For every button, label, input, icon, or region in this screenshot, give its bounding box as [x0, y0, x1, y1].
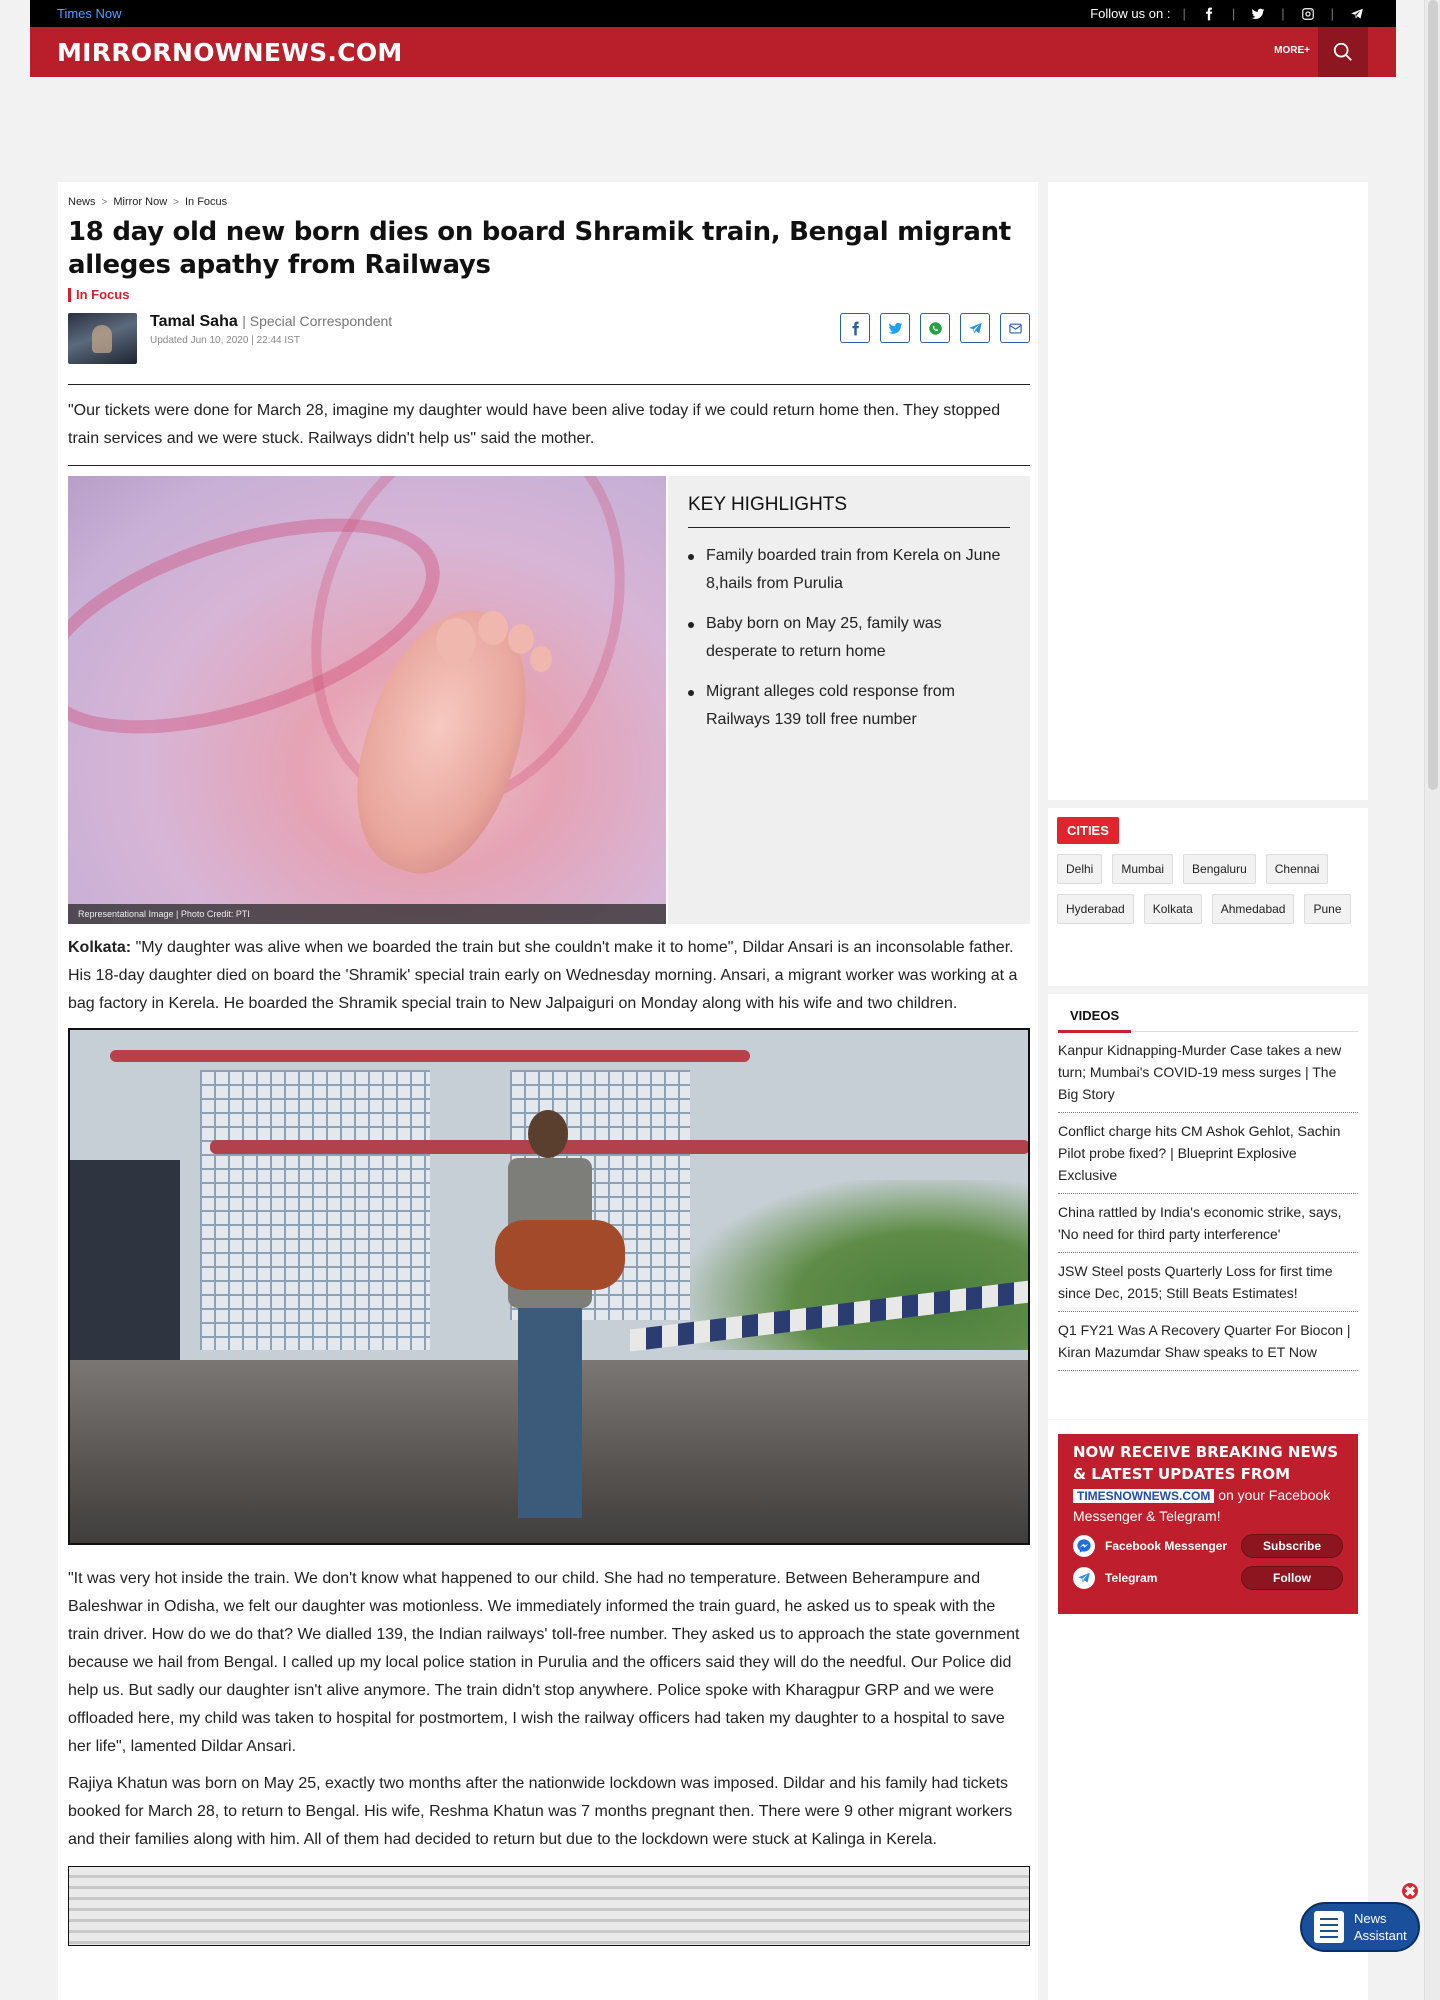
- share-facebook-button[interactable]: [840, 313, 870, 343]
- newspaper-icon: [1314, 1911, 1344, 1943]
- subscribe-button[interactable]: Subscribe: [1241, 1534, 1343, 1558]
- share-twitter-button[interactable]: [880, 313, 910, 343]
- breadcrumb: News > Mirror Now > In Focus: [68, 196, 228, 208]
- share-bar: [840, 313, 1030, 343]
- follow-button[interactable]: Follow: [1241, 1566, 1343, 1590]
- hero-image[interactable]: Representational Image | Photo Credit: P…: [68, 476, 666, 924]
- telegram-label: Telegram: [1105, 1571, 1158, 1585]
- facebook-icon: [851, 321, 859, 335]
- breadcrumb-mirror-now[interactable]: Mirror Now: [113, 196, 167, 208]
- video-link[interactable]: Conflict charge hits CM Ashok Gehlot, Sa…: [1058, 1113, 1358, 1194]
- article-paragraph: Rajiya Khatun was born on May 25, exactl…: [68, 1775, 1013, 1848]
- promo-headline: NOW RECEIVE BREAKING NEWS & LATEST UPDAT…: [1073, 1443, 1339, 1483]
- share-telegram-button[interactable]: [960, 313, 990, 343]
- updated-timestamp: Updated Jun 10, 2020 | 22:44 IST: [150, 335, 300, 346]
- city-hyderabad[interactable]: Hyderabad: [1057, 894, 1134, 924]
- article-image[interactable]: [68, 1866, 1030, 1946]
- city-kolkata[interactable]: Kolkata: [1143, 894, 1202, 924]
- assistant-line1: News: [1354, 1911, 1387, 1926]
- twitter-icon: [888, 322, 902, 334]
- video-link[interactable]: Q1 FY21 Was A Recovery Quarter For Bioco…: [1058, 1312, 1358, 1371]
- city-chennai[interactable]: Chennai: [1265, 854, 1329, 884]
- whatsapp-icon: [928, 321, 942, 335]
- videos-widget: VIDEOS Kanpur Kidnapping-Murder Case tak…: [1048, 994, 1368, 1419]
- telegram-icon: [968, 322, 982, 333]
- cities-widget: CITIES Delhi Mumbai Bengaluru Chennai Hy…: [1048, 808, 1368, 986]
- telegram-icon[interactable]: [1346, 6, 1368, 22]
- image-caption: Representational Image | Photo Credit: P…: [68, 904, 666, 924]
- messenger-icon: [1073, 1535, 1095, 1557]
- section-tag[interactable]: In Focus: [68, 288, 1030, 302]
- article-paragraph: Kolkata: "My daughter was alive when we …: [68, 939, 1018, 1012]
- key-highlights: KEY HIGHLIGHTS Family boarded train from…: [668, 476, 1030, 924]
- messenger-label: Facebook Messenger: [1105, 1539, 1228, 1553]
- cities-label: CITIES: [1057, 817, 1119, 844]
- city-pune[interactable]: Pune: [1304, 894, 1351, 924]
- highlight-item: Baby born on May 25, family was desperat…: [688, 610, 1010, 666]
- instagram-icon[interactable]: [1297, 6, 1319, 22]
- ad-slot: [1048, 182, 1368, 800]
- scrollbar-thumb[interactable]: [1428, 0, 1438, 790]
- highlights-title: KEY HIGHLIGHTS: [688, 494, 1010, 528]
- media-row: Representational Image | Photo Credit: P…: [68, 476, 1030, 924]
- times-now-link[interactable]: Times Now: [57, 6, 122, 21]
- close-icon[interactable]: ✖: [1400, 1881, 1420, 1901]
- city-mumbai[interactable]: Mumbai: [1112, 854, 1174, 884]
- author-avatar[interactable]: [68, 313, 137, 364]
- video-link[interactable]: China rattled by India's economic strike…: [1058, 1194, 1358, 1253]
- facebook-icon[interactable]: [1198, 6, 1220, 22]
- assistant-line2: Assistant: [1354, 1928, 1407, 1943]
- top-strip: Times Now Follow us on : | | | |: [30, 0, 1396, 27]
- share-whatsapp-button[interactable]: [920, 313, 950, 343]
- follow-us: Follow us on : | | | |: [1090, 6, 1368, 22]
- dateline: Kolkata:: [68, 939, 132, 956]
- more-menu-button[interactable]: MORE+: [1274, 45, 1310, 56]
- city-ahmedabad[interactable]: Ahmedabad: [1211, 894, 1295, 924]
- share-mail-button[interactable]: [1000, 313, 1030, 343]
- news-assistant-button[interactable]: News Assistant: [1300, 1902, 1420, 1952]
- article-summary: "Our tickets were done for March 28, ima…: [68, 402, 1001, 447]
- byline: Tamal Saha | Special Correspondent Updat…: [68, 313, 1030, 365]
- twitter-icon[interactable]: [1247, 6, 1269, 22]
- city-list: Delhi Mumbai Bengaluru Chennai Hyderabad…: [1057, 854, 1359, 924]
- video-player[interactable]: [68, 1028, 1030, 1545]
- highlights-list: Family boarded train from Kerela on June…: [688, 542, 1010, 734]
- promo-banner: NOW RECEIVE BREAKING NEWS & LATEST UPDAT…: [1058, 1434, 1358, 1614]
- telegram-icon: [1073, 1567, 1095, 1589]
- site-logo[interactable]: MIRRORNOWNEWS.COM: [57, 38, 403, 67]
- search-icon: [1333, 42, 1352, 61]
- video-link[interactable]: JSW Steel posts Quarterly Loss for first…: [1058, 1253, 1358, 1312]
- divider: [68, 384, 1030, 385]
- telegram-row: Telegram Follow: [1073, 1566, 1343, 1590]
- site-header: MIRRORNOWNEWS.COM MORE+: [30, 27, 1396, 77]
- article-card: News > Mirror Now > In Focus 18 day old …: [58, 182, 1038, 2000]
- promo-site: TIMESNOWNEWS.COM: [1073, 1489, 1215, 1503]
- highlight-item: Family boarded train from Kerela on June…: [688, 542, 1010, 598]
- city-delhi[interactable]: Delhi: [1057, 854, 1103, 884]
- breadcrumb-news[interactable]: News: [68, 196, 96, 208]
- video-link[interactable]: Kanpur Kidnapping-Murder Case takes a ne…: [1058, 1032, 1358, 1113]
- divider: [68, 465, 1030, 466]
- highlight-item: Migrant alleges cold response from Railw…: [688, 678, 1010, 734]
- mail-icon: [1008, 323, 1022, 333]
- author-role: | Special Correspondent: [242, 313, 393, 329]
- search-button[interactable]: [1318, 27, 1368, 77]
- city-bengaluru[interactable]: Bengaluru: [1183, 854, 1256, 884]
- page-scrollbar[interactable]: [1424, 0, 1440, 2000]
- subscribe-promo: NOW RECEIVE BREAKING NEWS & LATEST UPDAT…: [1048, 1420, 1368, 1650]
- videos-label: VIDEOS: [1058, 1004, 1132, 1033]
- breadcrumb-in-focus[interactable]: In Focus: [185, 196, 227, 208]
- author-name[interactable]: Tamal Saha: [150, 313, 238, 330]
- article-title: 18 day old new born dies on board Shrami…: [68, 217, 1011, 280]
- author-info: Tamal Saha | Special Correspondent: [150, 313, 392, 331]
- messenger-row: Facebook Messenger Subscribe: [1073, 1534, 1343, 1558]
- article-paragraph: "It was very hot inside the train. We do…: [68, 1570, 1020, 1755]
- follow-label: Follow us on :: [1090, 6, 1171, 21]
